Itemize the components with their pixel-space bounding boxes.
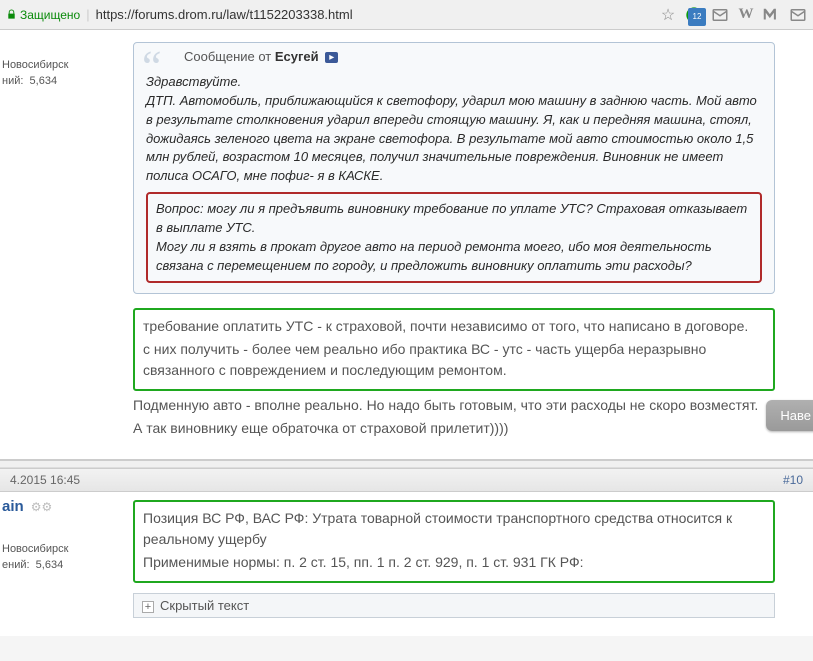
spoiler[interactable]: + Скрытый текст xyxy=(133,593,775,618)
highlight-green: Позиция ВС РФ, ВАС РФ: Утрата товарной с… xyxy=(133,500,775,583)
star-icon[interactable]: ☆ xyxy=(659,6,677,24)
nav-button[interactable]: Наве xyxy=(766,400,813,431)
mail2-icon[interactable] xyxy=(789,6,807,24)
expand-icon[interactable]: + xyxy=(142,601,154,613)
quote-box: “ Сообщение от Есугей ▸ Здравствуйте. ДТ… xyxy=(133,42,775,294)
post-body: Позиция ВС РФ, ВАС РФ: Утрата товарной с… xyxy=(115,492,813,636)
lock-icon xyxy=(6,9,17,20)
quote-body: Здравствуйте. ДТП. Автомобиль, приближаю… xyxy=(134,67,774,293)
reply-text: требование оплатить УТС - к страховой, п… xyxy=(133,308,775,439)
mail-icon[interactable] xyxy=(711,6,729,24)
user-msgs: ений: 5,634 xyxy=(2,559,115,571)
separator: | xyxy=(86,7,89,22)
adguard-icon[interactable]: 12 xyxy=(685,6,703,24)
post-separator xyxy=(0,460,813,468)
msg-from-label: Сообщение от xyxy=(184,49,271,64)
reply-text: Позиция ВС РФ, ВАС РФ: Утрата товарной с… xyxy=(133,500,775,583)
post-body: “ Сообщение от Есугей ▸ Здравствуйте. ДТ… xyxy=(115,30,813,459)
page-content: Новосибирск ний: 5,634 “ Сообщение от Ес… xyxy=(0,30,813,636)
user-column: Новосибирск ний: 5,634 xyxy=(0,30,115,459)
url-input[interactable] xyxy=(96,7,653,22)
greeting: Здравствуйте. xyxy=(146,73,762,92)
cars-icon: ⚙⚙ xyxy=(31,500,53,514)
post-number[interactable]: #10 xyxy=(783,473,803,487)
m-icon[interactable] xyxy=(763,6,781,24)
green-l1: Позиция ВС РФ, ВАС РФ: Утрата товарной с… xyxy=(143,508,765,550)
quote-para: ДТП. Автомобиль, приближающийся к светоф… xyxy=(146,92,762,186)
user-msgs: ний: 5,634 xyxy=(2,75,115,87)
badge-count: 12 xyxy=(688,8,706,26)
user-city: Новосибирск xyxy=(2,59,115,71)
quote-mark-icon: “ xyxy=(142,45,162,89)
post-2: ain ⚙⚙ Новосибирск ений: 5,634 Позиция В… xyxy=(0,492,813,636)
reply-p1: Подменную авто - вполне реально. Но надо… xyxy=(133,395,775,416)
reply-g2: с них получить - более чем реально ибо п… xyxy=(143,339,765,381)
quote-author[interactable]: Есугей xyxy=(275,49,319,64)
w-icon[interactable]: W xyxy=(737,6,755,24)
spoiler-label: Скрытый текст xyxy=(160,598,249,613)
user-trunc xyxy=(2,36,115,53)
user-name-row: ain ⚙⚙ xyxy=(2,498,115,515)
addr-icons: ☆ 12 W xyxy=(659,6,807,24)
post-header: 4.2015 16:45 #10 xyxy=(0,468,813,492)
post-1: Новосибирск ний: 5,634 “ Сообщение от Ес… xyxy=(0,30,813,460)
secure-label: Защищено xyxy=(20,8,80,22)
green-l2: Применимые нормы: п. 2 ст. 15, пп. 1 п. … xyxy=(143,552,765,573)
post-date: 4.2015 16:45 xyxy=(10,473,80,487)
user-column: ain ⚙⚙ Новосибирск ений: 5,634 xyxy=(0,492,115,636)
question-2: Могу ли я взять в прокат другое авто на … xyxy=(156,238,752,276)
highlight-red: Вопрос: могу ли я предъявить виновнику т… xyxy=(146,192,762,283)
reply-p2: А так виновнику еще обраточка от страхов… xyxy=(133,418,775,439)
user-city: Новосибирск xyxy=(2,543,115,555)
address-bar: Защищено | ☆ 12 W xyxy=(0,0,813,30)
secure-indicator: Защищено xyxy=(6,8,80,22)
quote-header: Сообщение от Есугей ▸ xyxy=(134,43,774,67)
username[interactable]: ain xyxy=(2,498,24,515)
highlight-green: требование оплатить УТС - к страховой, п… xyxy=(133,308,775,391)
question-1: Вопрос: могу ли я предъявить виновнику т… xyxy=(156,200,752,238)
goto-post-icon[interactable]: ▸ xyxy=(325,52,338,63)
reply-g1: требование оплатить УТС - к страховой, п… xyxy=(143,316,765,337)
